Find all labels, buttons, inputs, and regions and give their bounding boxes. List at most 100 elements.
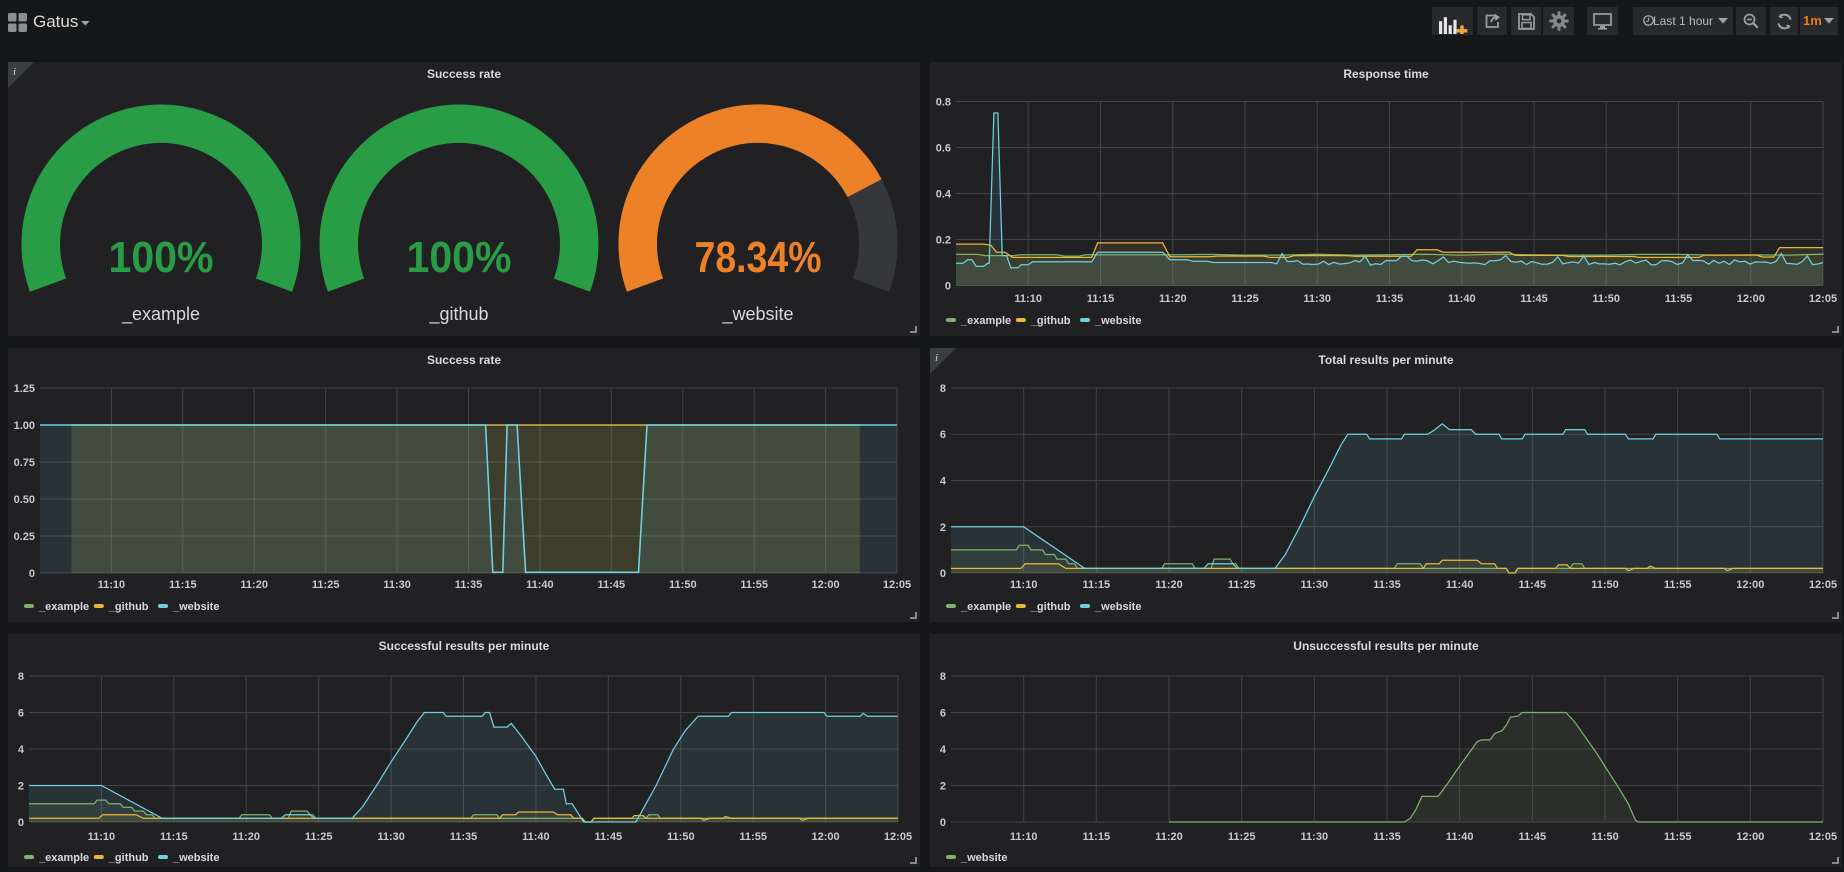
svg-text:11:25: 11:25	[1228, 579, 1256, 591]
svg-text:11:25: 11:25	[1228, 831, 1256, 843]
svg-text:11:25: 11:25	[305, 831, 333, 843]
svg-text:11:15: 11:15	[1087, 293, 1115, 305]
svg-text:11:15: 11:15	[169, 579, 197, 591]
svg-text:11:55: 11:55	[740, 579, 768, 591]
svg-text:8: 8	[18, 671, 24, 683]
svg-text:_website: _website	[1094, 315, 1141, 327]
svg-text:Success rate: Success rate	[427, 67, 501, 81]
svg-text:0: 0	[29, 568, 35, 580]
svg-text:11:30: 11:30	[383, 579, 411, 591]
svg-text:4: 4	[18, 744, 25, 756]
svg-text:11:30: 11:30	[1303, 293, 1331, 305]
svg-text:11:35: 11:35	[1373, 579, 1401, 591]
svg-text:i: i	[935, 352, 938, 364]
svg-text:11:55: 11:55	[1665, 293, 1693, 305]
svg-text:11:30: 11:30	[1301, 579, 1329, 591]
svg-text:Response time: Response time	[1343, 67, 1429, 81]
svg-text:11:55: 11:55	[739, 831, 767, 843]
svg-text:_example: _example	[960, 601, 1011, 613]
svg-text:_example: _example	[38, 852, 89, 864]
svg-text:0.4: 0.4	[936, 189, 952, 201]
svg-text:11:25: 11:25	[312, 579, 340, 591]
svg-text:8: 8	[940, 383, 946, 395]
svg-text:11:15: 11:15	[1083, 579, 1111, 591]
svg-text:Success rate: Success rate	[427, 353, 501, 367]
svg-text:2: 2	[940, 781, 946, 793]
svg-text:12:05: 12:05	[1809, 831, 1837, 843]
svg-text:1.00: 1.00	[14, 420, 35, 432]
svg-text:0.6: 0.6	[936, 143, 951, 155]
svg-text:0: 0	[945, 281, 951, 293]
svg-text:11:10: 11:10	[98, 579, 126, 591]
svg-text:_github: _github	[1030, 315, 1071, 327]
svg-text:Total results per minute: Total results per minute	[1318, 353, 1453, 367]
svg-text:6: 6	[940, 429, 946, 441]
svg-text:11:35: 11:35	[450, 831, 478, 843]
svg-text:0.25: 0.25	[14, 531, 35, 543]
svg-text:11:10: 11:10	[1010, 579, 1038, 591]
svg-text:12:00: 12:00	[812, 831, 840, 843]
svg-text:11:55: 11:55	[1664, 579, 1692, 591]
svg-text:11:40: 11:40	[526, 579, 554, 591]
svg-text:_github: _github	[108, 601, 149, 613]
svg-text:11:50: 11:50	[1592, 293, 1620, 305]
svg-text:0.75: 0.75	[14, 457, 35, 469]
svg-text:0: 0	[940, 568, 946, 580]
svg-text:100%: 100%	[109, 233, 214, 282]
svg-text:_website: _website	[960, 852, 1007, 864]
svg-text:2: 2	[940, 522, 946, 534]
svg-text:12:00: 12:00	[1737, 293, 1765, 305]
svg-text:11:45: 11:45	[1519, 579, 1547, 591]
svg-text:11:50: 11:50	[1591, 579, 1619, 591]
svg-text:12:05: 12:05	[1809, 293, 1837, 305]
svg-text:11:40: 11:40	[1448, 293, 1476, 305]
svg-text:11:35: 11:35	[455, 579, 483, 591]
svg-text:_github: _github	[1030, 601, 1071, 613]
svg-text:11:10: 11:10	[1014, 293, 1042, 305]
svg-text:4: 4	[940, 744, 947, 756]
svg-text:i: i	[13, 66, 16, 78]
svg-text:1.25: 1.25	[14, 383, 35, 395]
svg-text:_github: _github	[108, 852, 149, 864]
svg-text:6: 6	[18, 708, 24, 720]
svg-text:_website: _website	[172, 852, 219, 864]
svg-text:0: 0	[18, 817, 24, 829]
svg-text:_website: _website	[721, 304, 793, 325]
svg-text:0.50: 0.50	[14, 494, 35, 506]
svg-text:11:40: 11:40	[522, 831, 550, 843]
svg-text:11:15: 11:15	[160, 831, 188, 843]
svg-text:0.2: 0.2	[936, 235, 951, 247]
svg-text:11:20: 11:20	[1155, 831, 1183, 843]
svg-text:12:00: 12:00	[1736, 831, 1764, 843]
svg-text:0: 0	[940, 817, 946, 829]
svg-text:12:00: 12:00	[812, 579, 840, 591]
svg-text:6: 6	[940, 708, 946, 720]
svg-text:_github: _github	[428, 304, 488, 325]
svg-text:11:50: 11:50	[667, 831, 695, 843]
svg-text:_website: _website	[172, 601, 219, 613]
svg-text:11:55: 11:55	[1664, 831, 1692, 843]
svg-text:Successful results per minute: Successful results per minute	[379, 639, 550, 653]
svg-text:11:40: 11:40	[1446, 831, 1474, 843]
svg-text:11:50: 11:50	[669, 579, 697, 591]
svg-text:_website: _website	[1094, 601, 1141, 613]
svg-text:11:15: 11:15	[1083, 831, 1111, 843]
svg-text:12:05: 12:05	[884, 831, 912, 843]
svg-text:11:20: 11:20	[240, 579, 268, 591]
svg-text:11:30: 11:30	[377, 831, 405, 843]
svg-text:12:05: 12:05	[883, 579, 911, 591]
svg-text:11:45: 11:45	[598, 579, 626, 591]
svg-text:Unsuccessful results per minut: Unsuccessful results per minute	[1293, 639, 1479, 653]
svg-text:11:10: 11:10	[1010, 831, 1038, 843]
svg-text:0.8: 0.8	[936, 97, 951, 109]
svg-text:11:20: 11:20	[1155, 579, 1183, 591]
svg-text:11:45: 11:45	[1519, 831, 1547, 843]
svg-text:2: 2	[18, 781, 24, 793]
svg-text:8: 8	[940, 671, 946, 683]
svg-text:11:45: 11:45	[1520, 293, 1548, 305]
svg-text:12:05: 12:05	[1809, 579, 1837, 591]
svg-text:_example: _example	[38, 601, 89, 613]
svg-text:11:20: 11:20	[1159, 293, 1187, 305]
svg-text:11:10: 11:10	[88, 831, 116, 843]
svg-text:11:25: 11:25	[1231, 293, 1259, 305]
